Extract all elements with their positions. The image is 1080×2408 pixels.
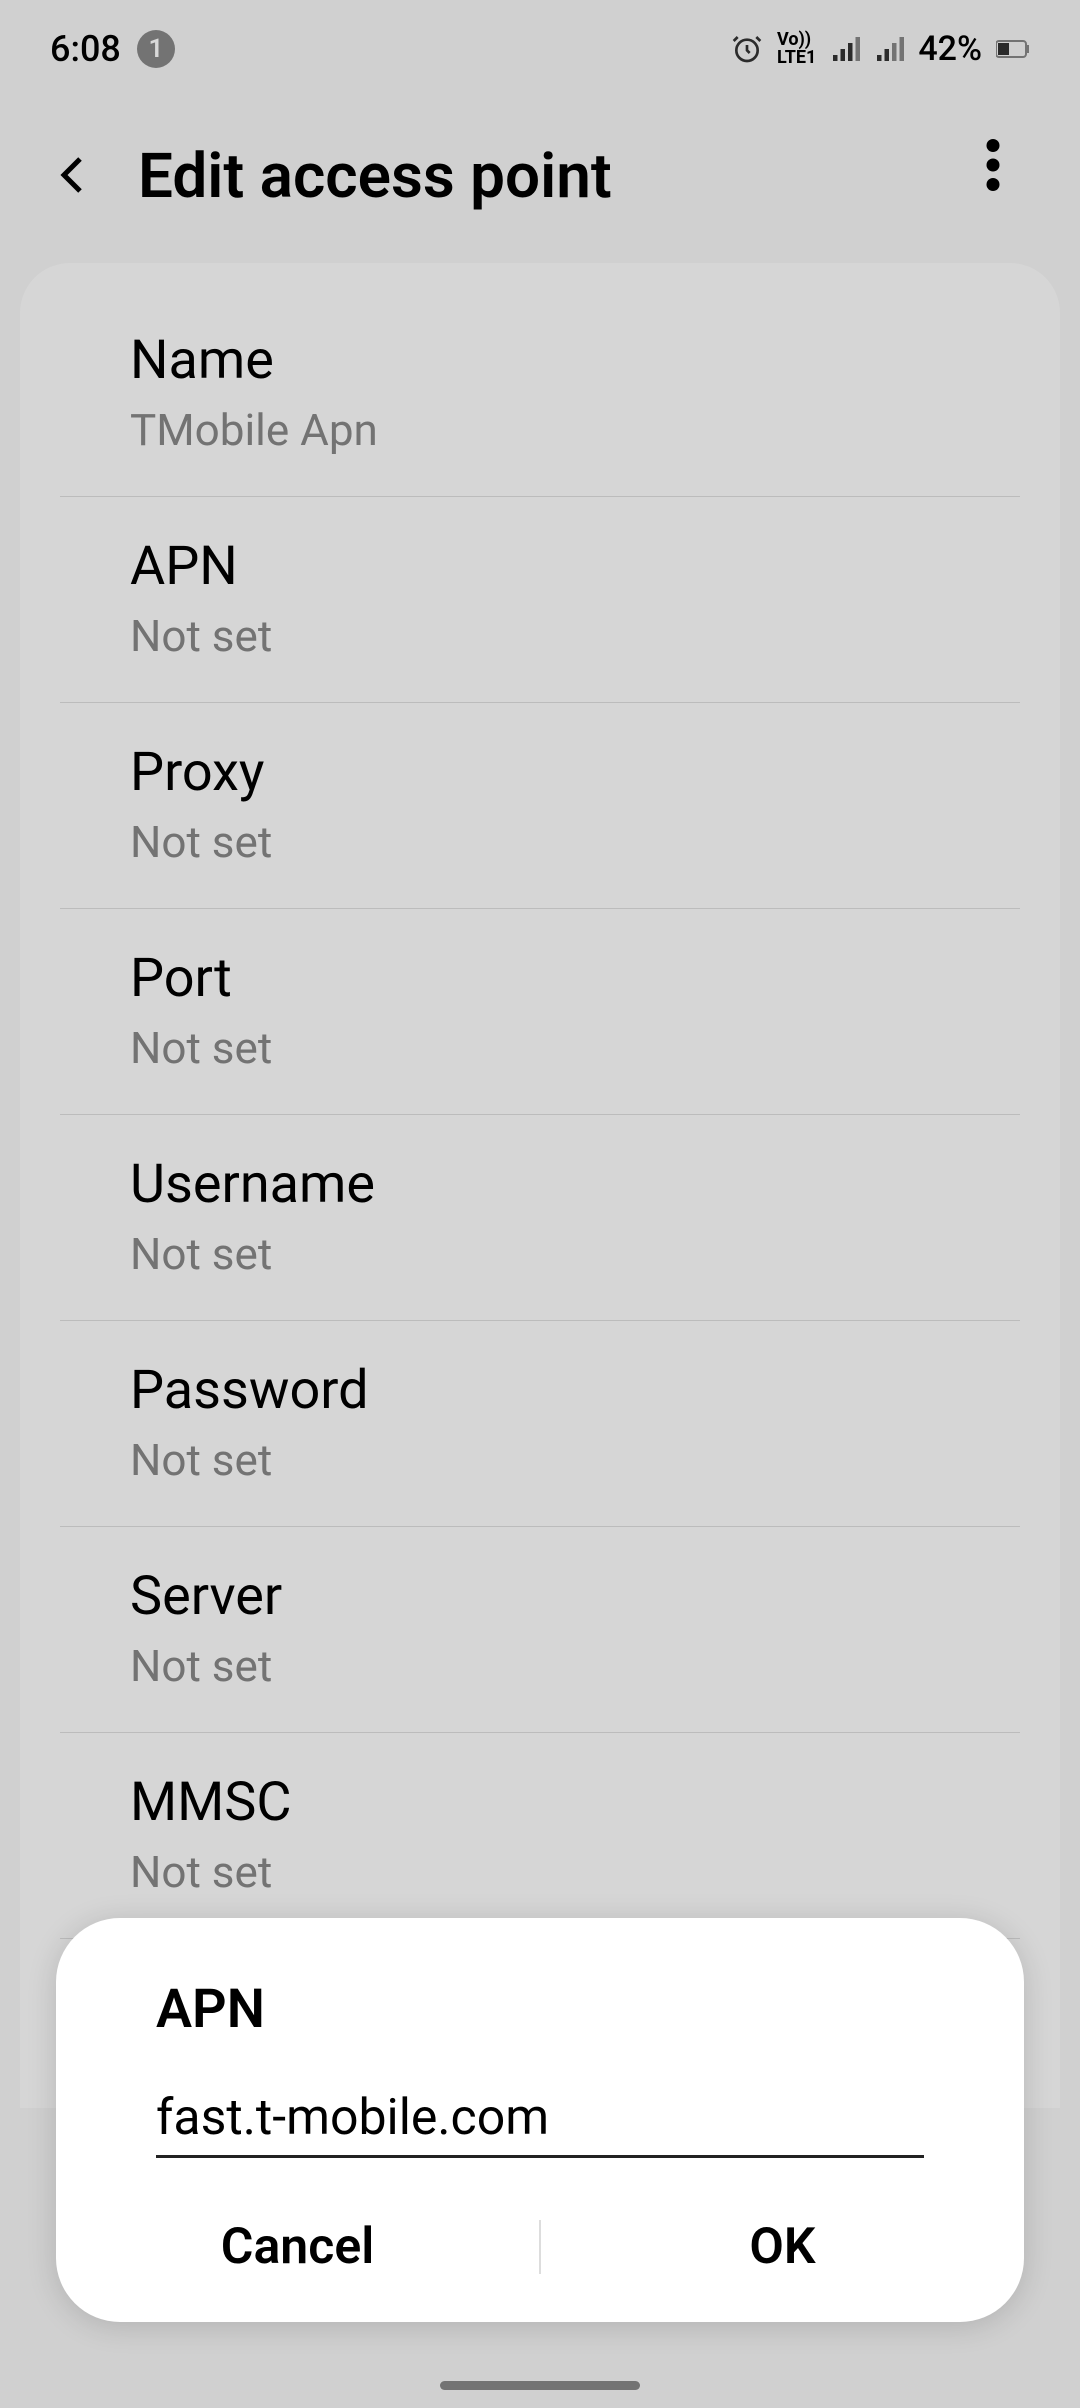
cancel-button[interactable]: Cancel xyxy=(56,2202,539,2292)
apn-edit-dialog: APN Cancel OK xyxy=(56,1918,1024,2322)
dialog-button-row: Cancel OK xyxy=(56,2202,1024,2292)
ok-button[interactable]: OK xyxy=(541,2202,1024,2292)
dialog-input-wrapper xyxy=(156,2089,924,2158)
dialog-title: APN xyxy=(156,1978,924,2041)
apn-input[interactable] xyxy=(156,2089,924,2147)
